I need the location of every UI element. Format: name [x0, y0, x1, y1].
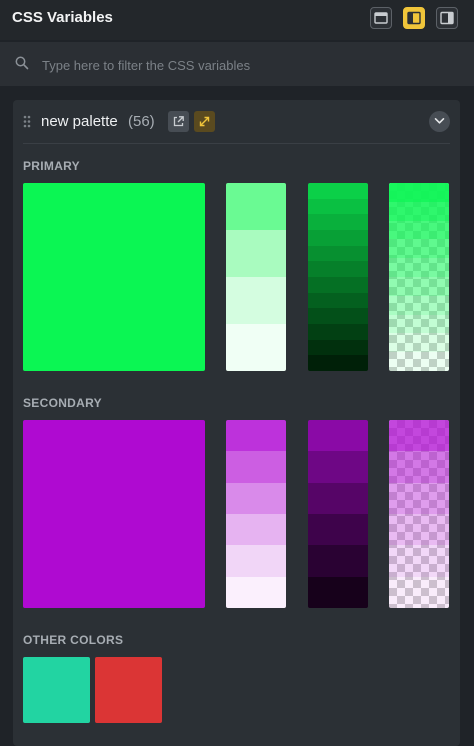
primary-alpha-swatch-3[interactable]	[389, 220, 449, 240]
secondary-shade-swatch-5[interactable]	[308, 545, 368, 577]
primary-shade-swatch-6[interactable]	[308, 261, 368, 278]
palette-count: (56)	[128, 113, 155, 130]
secondary-tints-strip	[226, 420, 286, 608]
search-icon	[15, 56, 29, 70]
collapse-palette-button[interactable]	[429, 111, 450, 132]
primary-shade-swatch-8[interactable]	[308, 292, 368, 309]
secondary-alpha-swatch-3[interactable]	[389, 482, 449, 514]
header-divider	[23, 143, 450, 144]
primary-tint-swatch-3[interactable]	[226, 277, 286, 324]
primary-alpha-swatch-8[interactable]	[389, 314, 449, 334]
primary-shade-swatch-2[interactable]	[308, 198, 368, 215]
primary-shade-swatch-7[interactable]	[308, 277, 368, 293]
secondary-shade-swatch-2[interactable]	[308, 451, 368, 483]
primary-tints-strip	[226, 183, 286, 371]
chevron-down-icon	[434, 118, 445, 124]
dock-left-icon	[407, 11, 421, 25]
secondary-alpha-swatch-4[interactable]	[389, 513, 449, 546]
primary-shade-swatch-9[interactable]	[308, 308, 368, 325]
secondary-alpha-swatch-1[interactable]	[389, 420, 449, 452]
primary-alpha-swatch-4[interactable]	[389, 239, 449, 259]
primary-shade-swatch-12[interactable]	[308, 355, 368, 371]
other-color-swatch-1[interactable]	[23, 657, 90, 723]
other-color-swatch-2[interactable]	[95, 657, 162, 723]
section-label-other: OTHER COLORS	[23, 633, 124, 647]
primary-alpha-swatch-9[interactable]	[389, 333, 449, 353]
search-input[interactable]	[40, 54, 464, 76]
primary-base-swatch[interactable]	[23, 183, 205, 371]
palette-panel: new palette (56) PRIMARY SECONDARY OTHER…	[13, 100, 460, 746]
primary-tint-swatch-2[interactable]	[226, 230, 286, 277]
primary-shade-swatch-4[interactable]	[308, 230, 368, 246]
layout-dock-right-button[interactable]	[436, 7, 458, 29]
window-icon	[374, 12, 388, 24]
secondary-tint-swatch-4[interactable]	[226, 513, 286, 546]
primary-shade-swatch-11[interactable]	[308, 339, 368, 356]
secondary-alpha-swatch-5[interactable]	[389, 545, 449, 577]
secondary-tint-swatch-5[interactable]	[226, 545, 286, 577]
dock-right-icon	[440, 11, 454, 25]
open-palette-button[interactable]	[168, 111, 189, 132]
secondary-alpha-swatch-6[interactable]	[389, 576, 449, 608]
primary-tint-swatch-4[interactable]	[226, 324, 286, 371]
secondary-alphas-strip	[389, 420, 449, 608]
palette-name: new palette	[41, 113, 118, 130]
primary-shade-swatch-5[interactable]	[308, 245, 368, 262]
secondary-shade-swatch-4[interactable]	[308, 513, 368, 546]
primary-tint-swatch-1[interactable]	[226, 183, 286, 230]
secondary-shades-strip	[308, 420, 368, 608]
expand-palette-button[interactable]	[194, 111, 215, 132]
primary-alpha-swatch-7[interactable]	[389, 295, 449, 315]
secondary-tint-swatch-3[interactable]	[226, 482, 286, 514]
secondary-alpha-swatch-2[interactable]	[389, 451, 449, 483]
primary-alpha-swatch-10[interactable]	[389, 352, 449, 371]
layout-floating-button[interactable]	[370, 7, 392, 29]
search-bar	[0, 42, 474, 86]
secondary-tint-swatch-6[interactable]	[226, 576, 286, 608]
secondary-shade-swatch-6[interactable]	[308, 576, 368, 608]
layout-dock-left-button[interactable]	[403, 7, 425, 29]
primary-shades-strip	[308, 183, 368, 371]
secondary-tint-swatch-1[interactable]	[226, 420, 286, 452]
primary-alpha-swatch-5[interactable]	[389, 258, 449, 277]
secondary-shade-swatch-3[interactable]	[308, 482, 368, 514]
primary-alpha-swatch-2[interactable]	[389, 201, 449, 221]
primary-shade-swatch-3[interactable]	[308, 214, 368, 231]
primary-shade-swatch-1[interactable]	[308, 183, 368, 199]
primary-alpha-swatch-6[interactable]	[389, 276, 449, 296]
section-label-secondary: SECONDARY	[23, 396, 102, 410]
section-label-primary: PRIMARY	[23, 159, 80, 173]
drag-handle-icon[interactable]	[23, 115, 31, 128]
secondary-base-swatch[interactable]	[23, 420, 205, 608]
primary-alphas-strip	[389, 183, 449, 371]
panel-header: CSS Variables	[0, 0, 474, 40]
secondary-tint-swatch-2[interactable]	[226, 451, 286, 483]
secondary-shade-swatch-1[interactable]	[308, 420, 368, 452]
external-link-icon	[173, 116, 184, 127]
panel-title: CSS Variables	[12, 9, 113, 26]
primary-shade-swatch-10[interactable]	[308, 324, 368, 340]
primary-alpha-swatch-1[interactable]	[389, 183, 449, 202]
expand-icon	[199, 116, 210, 127]
